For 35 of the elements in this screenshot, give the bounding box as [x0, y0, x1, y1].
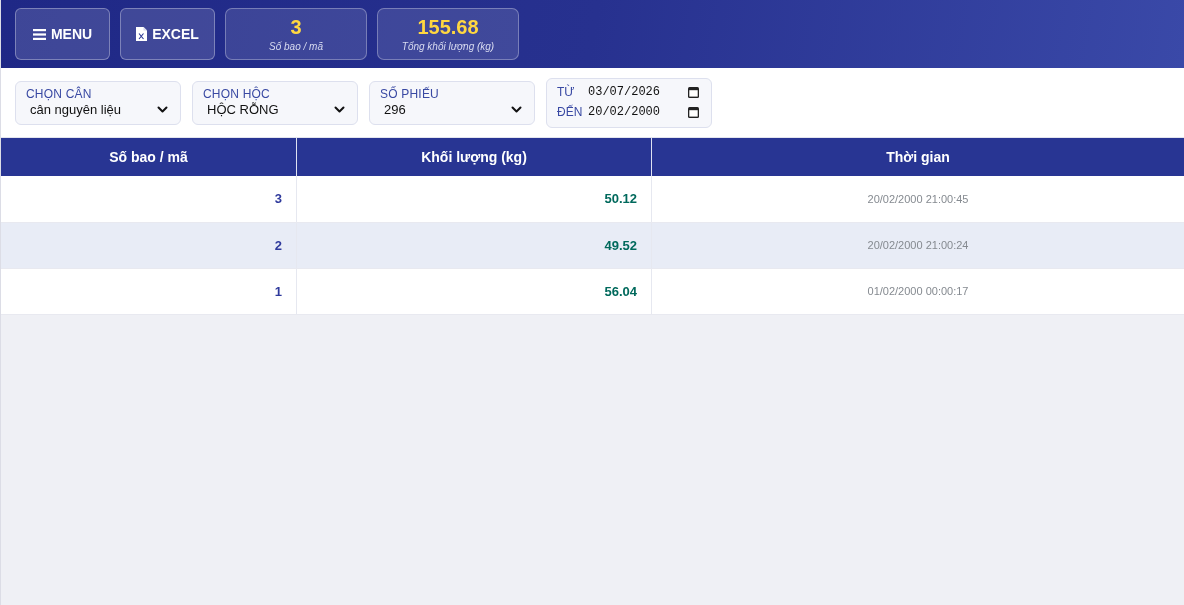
calendar-icon	[688, 106, 699, 118]
dropdown-select[interactable]: cân nguyên liệu	[26, 101, 168, 118]
stat-value: 3	[290, 15, 302, 38]
chevron-down-icon	[511, 106, 522, 113]
table-cell: 50.12	[296, 176, 652, 222]
menu-icon	[32, 28, 46, 40]
stat-value: 155.68	[417, 15, 479, 38]
menu-button[interactable]: MENU	[15, 8, 110, 60]
date-input[interactable]: 03/07/2026	[588, 83, 678, 101]
stat-label: Tổng khối lượng (kg)	[401, 39, 495, 53]
table-cell: 2	[1, 222, 297, 268]
table-cell: 56.04	[296, 268, 652, 314]
filter-label: CHỌN HỘC	[203, 86, 270, 101]
table-cell: 1	[1, 268, 297, 314]
date-label: TỪ	[557, 84, 576, 100]
date-input[interactable]: 20/02/2000	[588, 103, 678, 121]
filter-label: SỐ PHIẾU	[380, 86, 440, 102]
column-header: Số bao / mã	[1, 138, 297, 176]
export-button[interactable]: EXCEL	[120, 8, 215, 60]
table-cell: 49.52	[296, 222, 652, 268]
table-cell: 20/02/2000 21:00:24	[651, 222, 1184, 268]
table-cell: 3	[1, 176, 297, 222]
filter-label: CHỌN CÂN	[26, 86, 93, 102]
table-cell: 20/02/2000 21:00:45	[651, 176, 1184, 222]
column-header: Thời gian	[651, 138, 1184, 176]
chevron-down-icon	[157, 106, 168, 113]
dropdown-select[interactable]: 296	[380, 101, 522, 118]
table-cell: 01/02/2000 00:00:17	[651, 268, 1184, 314]
calendar-icon	[688, 86, 699, 98]
dropdown-select[interactable]: HỘC RỖNG	[203, 101, 345, 118]
column-header: Khối lượng (kg)	[296, 138, 652, 176]
chevron-down-icon	[334, 106, 345, 113]
file-icon	[136, 27, 148, 41]
date-label: ĐẾN	[557, 104, 584, 120]
stat-label: Số bao / mã	[269, 39, 323, 53]
